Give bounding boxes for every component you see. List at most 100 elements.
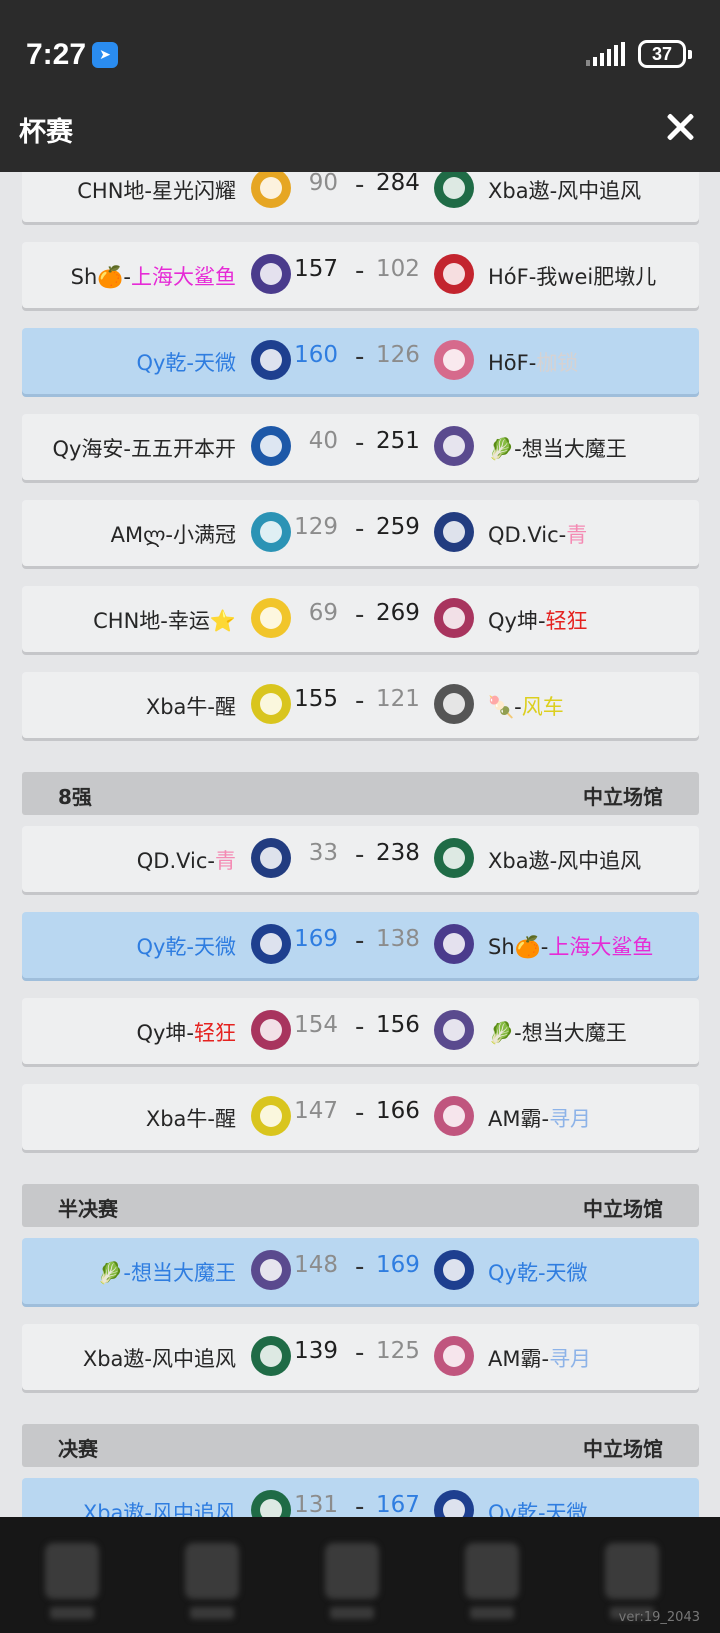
away-team: 🍡-风车: [488, 691, 564, 721]
home-team: AMლ-小满冠: [111, 519, 236, 549]
away-score: 138: [376, 926, 420, 952]
score-separator: -: [355, 256, 365, 286]
home-score: 33: [308, 840, 338, 866]
home-team-text: Qy坤-: [136, 1021, 194, 1045]
home-team: Qy坤-轻狂: [136, 1017, 236, 1047]
away-team-suffix: 上海大鲨鱼: [548, 935, 654, 959]
cup-header: 杯赛: [0, 88, 720, 172]
away-score: 125: [376, 1338, 420, 1364]
score-separator: -: [355, 428, 365, 458]
away-team-badge-icon: [434, 1336, 474, 1376]
home-team: QD.Vic-青: [137, 845, 236, 875]
away-team-text: Qy乾-天微: [488, 1261, 588, 1285]
away-team-text: 🥬-想当大魔王: [488, 1021, 627, 1045]
status-time: 7:27: [26, 38, 87, 71]
away-team-badge-icon: [434, 684, 474, 724]
away-score: 121: [376, 686, 420, 712]
home-score: 169: [294, 926, 338, 952]
home-score: 40: [308, 428, 338, 454]
home-team-text: 🥬-想当大魔王: [97, 1261, 236, 1285]
round-venue: 中立场馆: [583, 1437, 663, 1461]
away-team: 🥬-想当大魔王: [488, 1017, 627, 1047]
match-row[interactable]: CHN地-星光闪耀 90-284 Xba遨-风中追风: [22, 172, 699, 222]
away-team-badge-icon: [434, 1010, 474, 1050]
away-score: 259: [376, 514, 420, 540]
away-team-badge-icon: [434, 924, 474, 964]
round-header: 8强 中立场馆: [22, 772, 699, 815]
home-score: 154: [294, 1012, 338, 1038]
home-score: 155: [294, 686, 338, 712]
home-team-text: QD.Vic-: [136, 849, 215, 873]
away-team: Xba遨-风中追风: [488, 845, 641, 875]
bottom-nav: [0, 1517, 720, 1633]
away-score: 166: [376, 1098, 420, 1124]
away-team: HōF-枷锁: [488, 347, 578, 377]
nav-item-5[interactable]: [605, 1543, 659, 1599]
match-row[interactable]: Qy坤-轻狂 154-156 🥬-想当大魔王: [22, 998, 699, 1064]
home-team: Xba牛-醒: [146, 691, 236, 721]
away-team-badge-icon: [434, 598, 474, 638]
away-team: HóF-我wei肥墩儿: [488, 261, 656, 291]
nav-item-3[interactable]: [325, 1543, 379, 1599]
nav-label-2: [190, 1607, 234, 1619]
round-name: 半决赛: [58, 1197, 118, 1221]
signal-icon: [586, 42, 625, 66]
round-name: 8强: [58, 785, 92, 809]
away-team: Xba遨-风中追风: [488, 175, 641, 205]
match-row[interactable]: Qy海安-五五开本开 40-251 🥬-想当大魔王: [22, 414, 699, 480]
away-team-text: Qy坤-: [488, 609, 546, 633]
page-title: 杯赛: [19, 117, 73, 148]
home-score: 160: [294, 342, 338, 368]
home-team: CHN地-幸运⭐: [93, 605, 236, 635]
bracket-list[interactable]: CHN地-星光闪耀 90-284 Xba遨-风中追风 Sh🍊-上海大鲨鱼 157-102…: [0, 172, 720, 1517]
away-score: 238: [376, 840, 420, 866]
battery-icon: 37: [638, 40, 692, 68]
nav-item-4[interactable]: [465, 1543, 519, 1599]
match-row[interactable]: Qy乾-天微 160-126 HōF-枷锁: [22, 328, 699, 394]
away-team-badge-icon: [434, 1096, 474, 1136]
match-row[interactable]: Xba遨-风中追风 131-167 Qy乾-天微: [22, 1478, 699, 1517]
home-team-text: Qy乾-天微: [136, 935, 236, 959]
match-row[interactable]: Sh🍊-上海大鲨鱼 157-102 HóF-我wei肥墩儿: [22, 242, 699, 308]
score-separator: -: [355, 926, 365, 956]
match-row[interactable]: QD.Vic-青 33-238 Xba遨-风中追风: [22, 826, 699, 892]
home-team-text: CHN地-幸运⭐: [93, 609, 236, 633]
away-team-text: HōF-: [488, 351, 537, 375]
score-separator: -: [355, 1012, 365, 1042]
away-team-text: Xba遨-风中追风: [488, 179, 642, 203]
match-row[interactable]: CHN地-幸运⭐ 69-269 Qy坤-轻狂: [22, 586, 699, 652]
away-score: 126: [376, 342, 420, 368]
score-separator: -: [355, 1252, 365, 1282]
away-team-badge-icon: [434, 172, 474, 208]
match-row[interactable]: 🥬-想当大魔王 148-169 Qy乾-天微: [22, 1238, 699, 1304]
away-team-text: QD.Vic-: [488, 523, 567, 547]
home-team-suffix: 上海大鲨鱼: [131, 265, 236, 289]
home-team: Xba牛-醒: [146, 1103, 236, 1133]
away-team-suffix: 青: [566, 523, 588, 547]
home-score: 131: [294, 1492, 338, 1517]
away-team-text: AM霸-: [488, 1107, 550, 1131]
match-row[interactable]: Xba牛-醒 147-166 AM霸-寻月: [22, 1084, 699, 1150]
away-team-suffix: 寻月: [549, 1107, 592, 1131]
match-row[interactable]: Xba牛-醒 155-121 🍡-风车: [22, 672, 699, 738]
match-row[interactable]: Xba遨-风中追风 139-125 AM霸-寻月: [22, 1324, 699, 1390]
away-team-badge-icon: [434, 1490, 474, 1517]
home-team: Xba遨-风中追风: [83, 1343, 236, 1373]
nav-item-2[interactable]: [185, 1543, 239, 1599]
match-row[interactable]: AMლ-小满冠 129-259 QD.Vic-青: [22, 500, 699, 566]
nav-item-1[interactable]: [45, 1543, 99, 1599]
round-header: 半决赛 中立场馆: [22, 1184, 699, 1227]
away-team-suffix: 风车: [521, 695, 564, 719]
home-team: Xba遨-风中追风: [83, 1497, 236, 1517]
home-team-text: Sh🍊-: [70, 265, 131, 289]
home-team-text: Xba牛-醒: [145, 695, 236, 719]
match-row[interactable]: Qy乾-天微 169-138 Sh🍊-上海大鲨鱼: [22, 912, 699, 978]
home-score: 147: [294, 1098, 338, 1124]
away-score: 284: [376, 172, 420, 196]
away-team-badge-icon: [434, 254, 474, 294]
away-team-suffix: 轻狂: [545, 609, 588, 633]
close-icon[interactable]: [660, 108, 700, 148]
away-team: AM霸-寻月: [488, 1343, 591, 1373]
away-team: QD.Vic-青: [488, 519, 587, 549]
score-separator: -: [355, 686, 365, 716]
